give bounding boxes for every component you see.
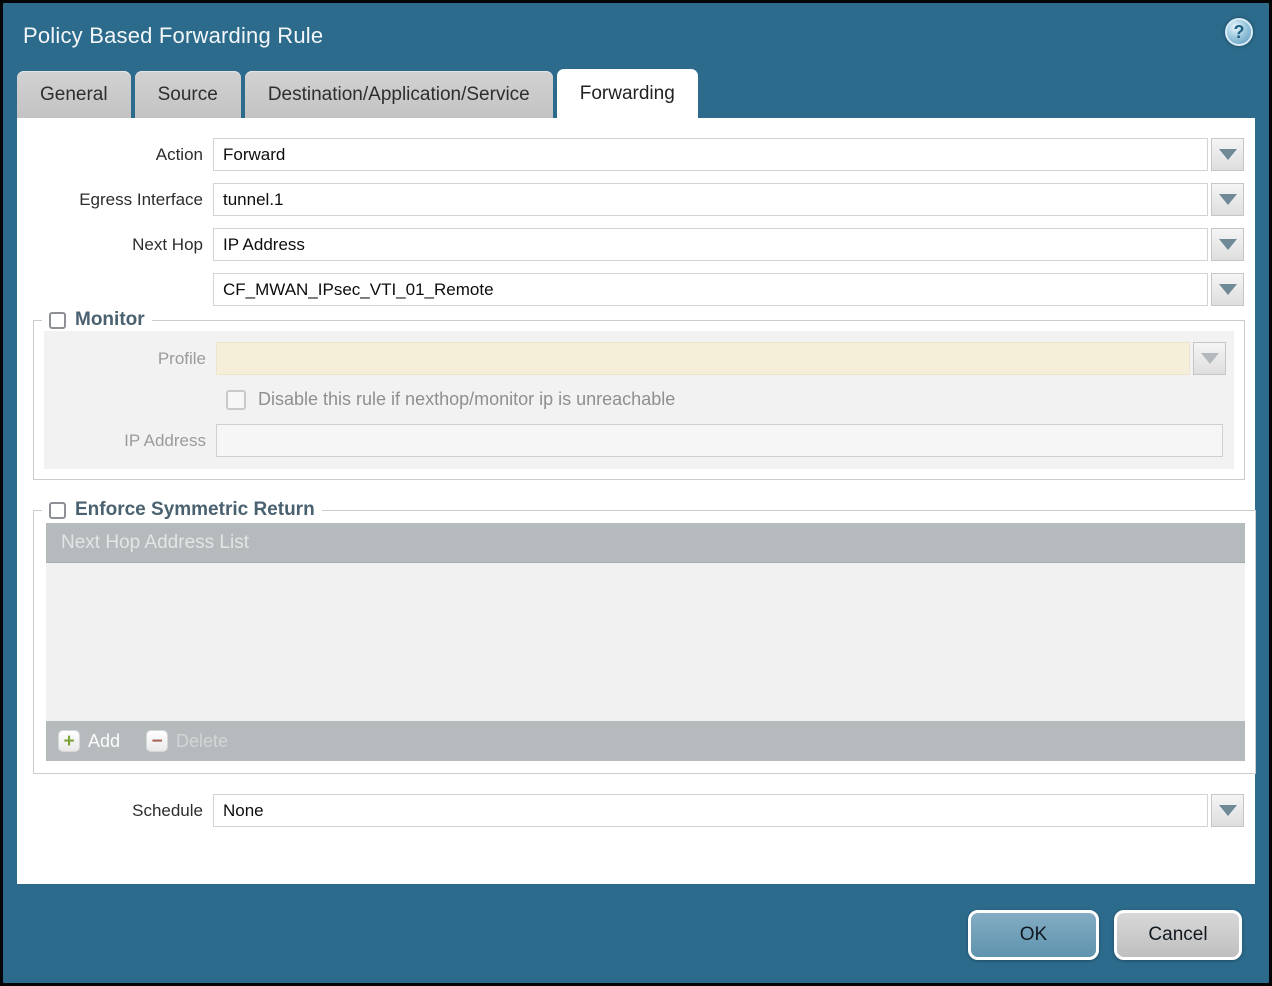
next-hop-address-list-body[interactable] [46, 563, 1245, 721]
dialog-title: Policy Based Forwarding Rule [23, 23, 323, 49]
schedule-label: Schedule [17, 801, 213, 821]
next-hop-type-select[interactable] [213, 228, 1208, 261]
monitor-legend: Monitor [42, 309, 152, 331]
next-hop-type-dropdown-button[interactable] [1211, 228, 1244, 261]
schedule-dropdown-button[interactable] [1211, 794, 1244, 827]
profile-label: Profile [44, 349, 216, 369]
next-hop-address-dropdown-button[interactable] [1211, 273, 1244, 306]
schedule-select[interactable] [213, 794, 1208, 827]
minus-glyph: − [151, 732, 162, 751]
enforce-symmetric-return-section: Enforce Symmetric Return Next Hop Addres… [33, 510, 1256, 774]
cancel-button[interactable]: Cancel [1114, 910, 1242, 960]
egress-interface-row: Egress Interface [17, 183, 1255, 216]
next-hop-address-list-header: Next Hop Address List [46, 523, 1245, 563]
enforce-symmetric-return-checkbox[interactable] [49, 502, 66, 519]
policy-based-forwarding-dialog: Policy Based Forwarding Rule ? General S… [0, 0, 1272, 986]
monitor-ip-address-row: IP Address [44, 424, 1234, 457]
next-hop-address-list-table: Next Hop Address List + Add − Delete [46, 523, 1245, 761]
egress-interface-label: Egress Interface [17, 190, 213, 210]
plus-glyph: + [63, 732, 74, 751]
forwarding-tab-panel: Action Egress Interface Next Hop [17, 118, 1255, 884]
add-plus-icon: + [58, 730, 80, 752]
next-hop-label: Next Hop [17, 235, 213, 255]
next-hop-address-select[interactable] [213, 273, 1208, 306]
tab-bar: General Source Destination/Application/S… [17, 69, 1255, 118]
enforce-symmetric-return-legend: Enforce Symmetric Return [42, 499, 322, 521]
action-select[interactable] [213, 138, 1208, 171]
monitor-checkbox[interactable] [49, 312, 66, 329]
monitor-profile-dropdown-button[interactable] [1193, 342, 1226, 375]
dropdown-arrow-icon [1219, 284, 1237, 295]
add-button-label: Add [88, 731, 120, 752]
help-icon[interactable]: ? [1225, 18, 1253, 46]
monitor-ip-address-input[interactable] [216, 424, 1223, 457]
next-hop-address-list-toolbar: + Add − Delete [46, 721, 1245, 761]
action-dropdown-button[interactable] [1211, 138, 1244, 171]
dropdown-arrow-icon [1201, 353, 1219, 364]
tab-forwarding[interactable]: Forwarding [557, 69, 698, 118]
tab-destination-application-service[interactable]: Destination/Application/Service [245, 71, 553, 118]
dialog-titlebar: Policy Based Forwarding Rule ? [3, 3, 1269, 69]
egress-interface-dropdown-button[interactable] [1211, 183, 1244, 216]
disable-rule-label: Disable this rule if nexthop/monitor ip … [258, 389, 675, 410]
dropdown-arrow-icon [1219, 194, 1237, 205]
egress-interface-select[interactable] [213, 183, 1208, 216]
dropdown-arrow-icon [1219, 805, 1237, 816]
action-row: Action [17, 138, 1255, 171]
delete-minus-icon: − [146, 730, 168, 752]
dropdown-arrow-icon [1219, 239, 1237, 250]
ok-button[interactable]: OK [968, 910, 1099, 960]
disable-rule-row: Disable this rule if nexthop/monitor ip … [226, 389, 1234, 410]
dropdown-arrow-icon [1219, 149, 1237, 160]
delete-button[interactable]: − Delete [146, 730, 228, 752]
tab-general[interactable]: General [17, 71, 131, 118]
delete-button-label: Delete [176, 731, 228, 752]
next-hop-row: Next Hop [17, 228, 1255, 261]
monitor-ip-address-label: IP Address [44, 431, 216, 451]
tab-source[interactable]: Source [135, 71, 241, 118]
monitor-profile-select[interactable] [216, 342, 1190, 375]
schedule-row: Schedule [17, 794, 1255, 827]
dialog-footer: OK Cancel [3, 884, 1269, 983]
monitor-title: Monitor [75, 309, 145, 331]
action-label: Action [17, 145, 213, 165]
help-glyph: ? [1234, 22, 1245, 43]
monitor-disabled-panel: Profile Disable this rule if nexthop/mon… [44, 331, 1234, 469]
next-hop-address-row [17, 273, 1255, 306]
monitor-section: Monitor Profile Disable this rule if nex… [33, 320, 1245, 480]
add-button[interactable]: + Add [58, 730, 120, 752]
enforce-symmetric-return-title: Enforce Symmetric Return [75, 499, 315, 521]
disable-rule-checkbox[interactable] [226, 390, 246, 410]
profile-row: Profile [44, 342, 1234, 375]
